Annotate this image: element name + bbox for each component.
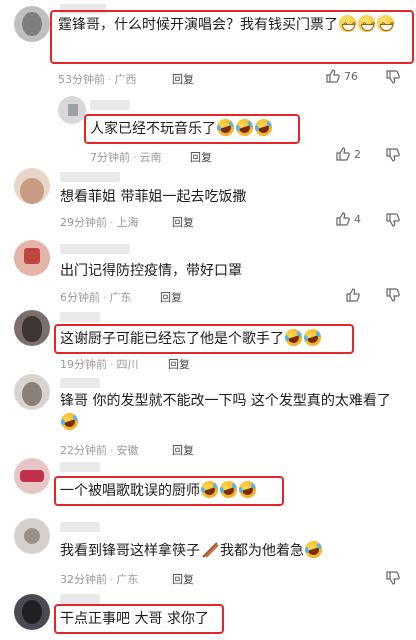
comment-text: 出门记得防控疫情，带好口罩 [60,263,242,279]
comment-meta: 32分钟前 · 广东 [60,573,139,586]
grinning-face-icon [339,15,356,32]
reply-button[interactable]: 回复 [168,356,190,372]
rolling-on-floor-laughing-icon [282,326,305,349]
comment-meta: 7分钟前 · 云南 [90,151,162,164]
reply-button[interactable]: 回复 [160,289,182,305]
comment-text: 人家已经不玩音乐了 [90,116,275,140]
avatar[interactable] [14,518,50,554]
thumbs-up-icon [336,147,350,161]
thumbs-up-icon [326,69,340,83]
thumbs-up-icon[interactable] [346,288,360,302]
comment-meta: 6分钟前 · 广东 [60,291,132,304]
comment-meta: 19分钟前 · 四川 [60,358,139,371]
avatar[interactable] [14,240,50,276]
thumbs-down-icon[interactable] [386,213,400,227]
username[interactable] [60,378,100,388]
thumbs-down-icon[interactable] [386,70,400,84]
like-button[interactable]: 2 [336,147,361,161]
comment-meta: 53分钟前 · 广西 [58,73,137,86]
like-count: 76 [344,69,358,83]
rolling-on-floor-laughing-icon [301,326,324,349]
comment-item: 干点正事吧 大哥 求你了 [0,590,416,640]
comment-text: 干点正事吧 大哥 求你了 [60,611,209,627]
comment-text: 锋哥 你的发型就不能改一下吗 这个发型真的太难看了 [58,390,400,434]
rolling-on-floor-laughing-icon [252,116,275,139]
like-button[interactable]: 76 [326,69,358,83]
comment-item: 我看到锋哥这样拿筷子 我都为他着急 32分钟前 · 广东 回复 [0,514,416,590]
username[interactable] [60,522,100,532]
comment-item: 想看菲姐 带菲姐一起去吃饭撒 29分钟前 · 上海 回复 4 [0,166,416,236]
rolling-on-floor-laughing-icon [233,116,256,139]
thumbs-down-icon[interactable] [386,571,400,585]
rolling-on-floor-laughing-icon [58,410,81,433]
comment-text: 我看到锋哥这样拿筷子 我都为他着急 [60,538,325,562]
thumbs-down-icon[interactable] [386,288,400,302]
comment-meta: 29分钟前 · 上海 [60,216,139,229]
like-count: 4 [354,212,361,226]
avatar[interactable] [14,594,50,630]
rolling-on-floor-laughing-icon [302,538,325,561]
comment-item: 锋哥 你的发型就不能改一下吗 这个发型真的太难看了 22分钟前 · 安徽 回复 [0,372,416,462]
username[interactable] [60,172,120,182]
username[interactable] [60,594,100,604]
avatar[interactable] [14,310,50,346]
rolling-on-floor-laughing-icon [217,478,240,501]
comment-item: 霆锋哥，什么时候开演唱会？我有钱买门票了 53分钟前·广西 回复 76 [0,0,416,90]
comment-text: 一个被唱歌耽误的厨师 [60,478,259,502]
comment-item: 这谢厨子可能已经忘了他是个歌手了 19分钟前 · 四川 回复 [0,306,416,371]
reply-button[interactable]: 回复 [190,149,212,165]
username[interactable] [60,244,130,254]
avatar[interactable] [14,6,50,42]
comment-item: 出门记得防控疫情，带好口罩 6分钟前 · 广东 回复 [0,238,416,308]
comment-text: 想看菲姐 带菲姐一起去吃饭撒 [60,189,247,205]
rolling-on-floor-laughing-icon [236,478,259,501]
like-count: 2 [354,147,361,161]
grinning-face-icon [358,15,375,32]
rolling-on-floor-laughing-icon [198,478,221,501]
like-button[interactable]: 4 [336,212,361,226]
username[interactable] [60,312,100,322]
reply-button[interactable]: 回复 [172,214,194,230]
avatar[interactable] [14,458,50,494]
avatar[interactable] [58,96,86,124]
avatar[interactable] [14,374,50,410]
chopsticks-icon [202,542,219,558]
thumbs-up-icon [336,212,350,226]
comment-item: 一个被唱歌耽误的厨师 [0,456,416,506]
grinning-face-icon [377,15,394,32]
avatar[interactable] [14,168,50,204]
reply-button[interactable]: 回复 [172,571,194,587]
comment-text: 霆锋哥，什么时候开演唱会？我有钱买门票了 [58,14,410,36]
username[interactable] [60,462,100,472]
thumbs-down-icon[interactable] [386,148,400,162]
comment-item: 人家已经不玩音乐了 7分钟前 · 云南 回复 2 [0,90,416,170]
username[interactable] [90,100,130,110]
rolling-on-floor-laughing-icon [214,116,237,139]
comment-text: 这谢厨子可能已经忘了他是个歌手了 [60,326,324,350]
reply-button[interactable]: 回复 [172,71,194,87]
